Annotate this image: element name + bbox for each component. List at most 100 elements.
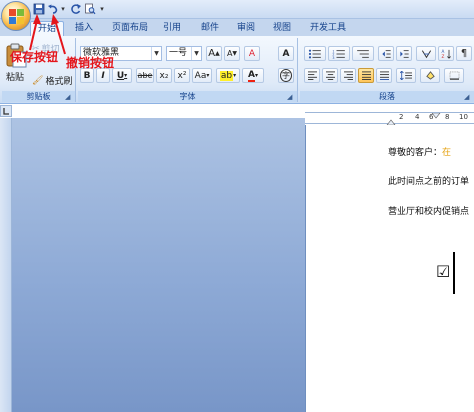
highlight-button[interactable]: ab ▾ bbox=[216, 68, 240, 83]
tab-insert[interactable]: 插入 bbox=[70, 21, 98, 36]
grow-font-button[interactable]: A ▲ bbox=[206, 46, 222, 61]
justify-icon bbox=[361, 71, 371, 80]
superscript-icon: x² bbox=[177, 70, 187, 81]
strikethrough-icon: abe bbox=[137, 71, 153, 80]
tab-home[interactable]: 开始 bbox=[30, 21, 64, 36]
numbered-list-icon: 123 bbox=[332, 49, 345, 59]
shrink-font-button[interactable]: A ▼ bbox=[224, 46, 240, 61]
shading-button[interactable] bbox=[420, 68, 440, 83]
caret-down-icon: ▼ bbox=[232, 50, 238, 57]
svg-text:Z: Z bbox=[441, 54, 444, 59]
align-right-button[interactable] bbox=[340, 68, 356, 83]
office-logo-icon bbox=[8, 8, 24, 24]
justify-button[interactable] bbox=[358, 68, 374, 83]
tab-references[interactable]: 引用 bbox=[158, 21, 186, 36]
document-workspace[interactable] bbox=[12, 118, 305, 412]
show-marks-button[interactable]: ¶ bbox=[456, 46, 472, 61]
tab-selector[interactable] bbox=[0, 105, 12, 117]
font-size-combo[interactable]: 一号 ▼ bbox=[166, 46, 202, 61]
align-left-button[interactable] bbox=[304, 68, 320, 83]
undo-dropdown-button[interactable]: ▾ bbox=[59, 2, 67, 16]
doc-line-orders[interactable]: 此时间点之前的订单 bbox=[388, 174, 469, 187]
distributed-icon bbox=[379, 71, 389, 80]
tab-developer[interactable]: 开发工具 bbox=[304, 21, 352, 36]
print-preview-icon bbox=[85, 3, 96, 15]
format-painter-button[interactable]: 🖌 格式刷 bbox=[32, 74, 72, 88]
chevron-down-icon: ▾ bbox=[61, 5, 65, 13]
chevron-down-icon: ▾ bbox=[206, 72, 210, 79]
multilevel-list-icon bbox=[357, 49, 369, 58]
redo-button[interactable] bbox=[69, 2, 83, 16]
superscript-button[interactable]: x² bbox=[174, 68, 190, 83]
tab-label: 视图 bbox=[272, 23, 291, 33]
office-button[interactable] bbox=[1, 1, 31, 31]
checkbox-symbol[interactable]: ☑ bbox=[436, 262, 450, 281]
grow-font-icon: A bbox=[208, 48, 216, 59]
multilevel-list-button[interactable] bbox=[352, 46, 374, 61]
tab-view[interactable]: 视图 bbox=[268, 21, 296, 36]
sort-button[interactable]: AZ bbox=[438, 46, 454, 61]
align-center-icon bbox=[325, 71, 335, 80]
subscript-button[interactable]: x₂ bbox=[156, 68, 172, 83]
paragraph-launcher-icon[interactable]: ◢ bbox=[464, 93, 472, 101]
undo-annotation-label: 撤销按钮 bbox=[66, 56, 115, 70]
font-size-value: 一号 bbox=[169, 48, 188, 58]
tab-label: 插入 bbox=[74, 23, 93, 33]
vertical-ruler[interactable] bbox=[0, 118, 12, 412]
distributed-button[interactable] bbox=[376, 68, 392, 83]
greeting-text: 尊敬的客户： bbox=[388, 148, 443, 158]
enclose-characters-icon: 字 bbox=[280, 69, 292, 82]
chevron-down-icon: ▾ bbox=[124, 72, 128, 79]
shading-icon bbox=[425, 71, 435, 80]
undo-button[interactable] bbox=[46, 2, 60, 16]
doc-line-greeting[interactable]: 尊敬的客户：在 bbox=[388, 145, 451, 158]
line-spacing-button[interactable] bbox=[396, 68, 416, 83]
bold-icon: B bbox=[83, 70, 91, 81]
subscript-icon: x₂ bbox=[159, 70, 169, 81]
horizontal-ruler[interactable]: 2 4 6 8 10 bbox=[305, 112, 474, 125]
strikethrough-button[interactable]: abe bbox=[136, 68, 154, 83]
borders-button[interactable] bbox=[444, 68, 464, 83]
align-left-icon bbox=[307, 71, 317, 80]
tab-label: 邮件 bbox=[200, 23, 219, 33]
bullets-button[interactable] bbox=[304, 46, 326, 61]
borders-icon bbox=[449, 71, 459, 80]
customize-quick-access-button[interactable]: ▾ bbox=[98, 2, 106, 16]
save-button[interactable] bbox=[32, 2, 46, 16]
increase-indent-button[interactable] bbox=[396, 46, 412, 61]
caret-up-icon: ▲ bbox=[215, 50, 220, 57]
change-case-button[interactable]: Aa ▾ bbox=[192, 68, 212, 83]
left-tab-icon bbox=[3, 108, 9, 115]
chevron-down-icon: ▼ bbox=[151, 47, 161, 60]
char-border-button[interactable]: A bbox=[278, 46, 294, 61]
font-color-icon: A bbox=[248, 69, 255, 82]
chinese-layout-button[interactable] bbox=[416, 46, 436, 61]
tab-mailings[interactable]: 邮件 bbox=[196, 21, 224, 36]
title-bar: ▾ ▾ bbox=[0, 0, 474, 19]
chevron-down-icon: ▼ bbox=[191, 47, 201, 60]
font-color-button[interactable]: A ▾ bbox=[242, 68, 264, 83]
tab-label: 开始 bbox=[37, 24, 56, 34]
tab-review[interactable]: 审阅 bbox=[232, 21, 260, 36]
font-group-label: 字体 bbox=[78, 91, 297, 102]
decrease-indent-icon bbox=[381, 49, 391, 58]
clipboard-launcher-icon[interactable]: ◢ bbox=[65, 93, 73, 101]
enclose-characters-button[interactable]: 字 bbox=[278, 68, 294, 83]
numbering-button[interactable]: 123 bbox=[328, 46, 350, 61]
decrease-indent-button[interactable] bbox=[378, 46, 394, 61]
chevron-down-icon: ▾ bbox=[254, 72, 258, 79]
doc-line-stores[interactable]: 营业厅和校内促销点 bbox=[388, 204, 469, 217]
italic-icon: I bbox=[101, 70, 105, 81]
char-border-icon: A bbox=[282, 48, 290, 59]
change-case-icon: Aa bbox=[194, 70, 207, 81]
align-center-button[interactable] bbox=[322, 68, 338, 83]
chevron-down-icon: ▾ bbox=[100, 5, 104, 13]
ruler-number: 6 bbox=[429, 113, 434, 121]
print-preview-button[interactable] bbox=[83, 2, 97, 16]
text-cursor bbox=[453, 252, 455, 294]
tab-page-layout[interactable]: 页面布局 bbox=[106, 21, 154, 36]
font-launcher-icon[interactable]: ◢ bbox=[287, 93, 295, 101]
underline-button[interactable]: U ▾ bbox=[112, 68, 132, 83]
tab-label: 页面布局 bbox=[111, 23, 148, 33]
clear-format-button[interactable]: A bbox=[244, 46, 260, 61]
